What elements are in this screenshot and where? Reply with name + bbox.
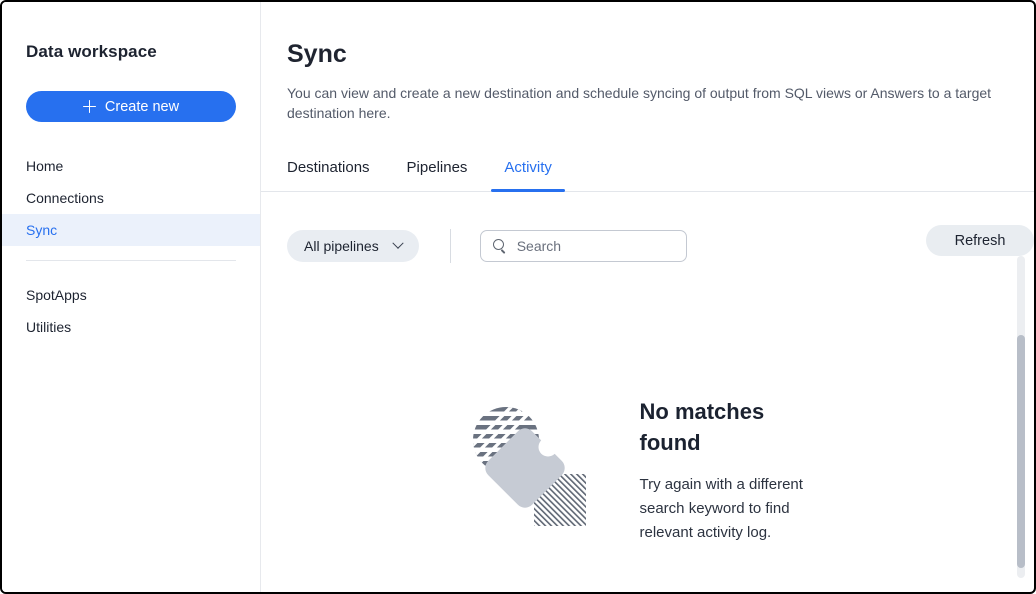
tab-destinations[interactable]: Destinations (287, 159, 370, 191)
empty-state: No matches found Try again with a differ… (261, 396, 1034, 545)
no-matches-illustration (456, 396, 586, 526)
sidebar-nav: Home Connections Sync SpotApps Utilities (26, 150, 236, 343)
refresh-button[interactable]: Refresh (926, 225, 1034, 256)
scrollbar-track[interactable] (1017, 256, 1025, 578)
toolbar: All pipelines (287, 229, 1008, 263)
sidebar-item-home[interactable]: Home (2, 150, 260, 182)
sidebar-item-sync[interactable]: Sync (2, 214, 260, 246)
main-panel: Sync You can view and create a new desti… (261, 2, 1034, 592)
scrollbar-thumb[interactable] (1017, 335, 1025, 568)
search-input[interactable] (517, 238, 698, 254)
pipeline-filter-dropdown[interactable]: All pipelines (287, 230, 419, 262)
tag-hole (538, 438, 557, 457)
workspace-title: Data workspace (26, 42, 236, 62)
create-new-label: Create new (105, 99, 179, 115)
sidebar: Data workspace Create new Home Connectio… (2, 2, 261, 592)
create-new-button[interactable]: Create new (26, 91, 236, 122)
chevron-down-icon (392, 238, 403, 249)
page-header: Sync You can view and create a new desti… (261, 2, 1034, 123)
tab-activity[interactable]: Activity (504, 159, 552, 191)
empty-state-message: Try again with a different search keywor… (640, 473, 832, 545)
search-icon (493, 239, 507, 253)
page-description: You can view and create a new destinatio… (287, 83, 1008, 123)
empty-state-title: No matches found (640, 396, 805, 458)
page-title: Sync (287, 40, 1008, 69)
search-box[interactable] (480, 230, 687, 262)
app-window: Data workspace Create new Home Connectio… (0, 0, 1036, 594)
sidebar-divider (26, 260, 236, 261)
plus-icon (83, 100, 96, 113)
sidebar-item-spotapps[interactable]: SpotApps (2, 279, 260, 311)
toolbar-divider (450, 229, 451, 263)
tab-bar: Destinations Pipelines Activity (261, 159, 1034, 192)
tab-pipelines[interactable]: Pipelines (407, 159, 468, 191)
empty-state-text: No matches found Try again with a differ… (640, 396, 840, 545)
sidebar-item-utilities[interactable]: Utilities (2, 311, 260, 343)
sidebar-item-connections[interactable]: Connections (2, 182, 260, 214)
pipeline-filter-label: All pipelines (304, 238, 379, 254)
